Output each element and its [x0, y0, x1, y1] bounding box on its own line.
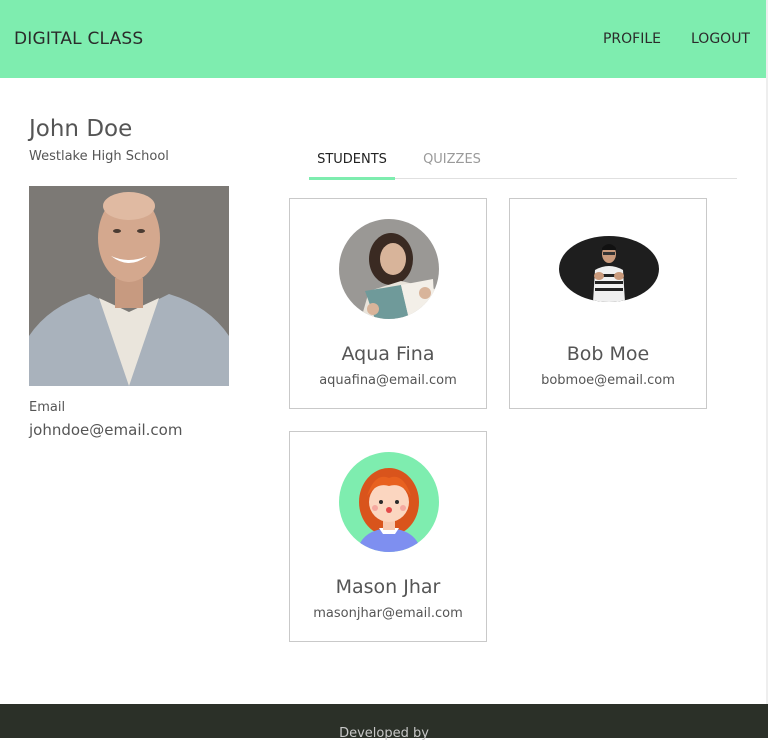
- student-name: Aqua Fina: [341, 343, 435, 365]
- nav-profile-link[interactable]: PROFILE: [603, 31, 661, 47]
- active-tab-indicator: [309, 177, 395, 180]
- boy-dark-photo: [559, 236, 659, 302]
- student-email: aquafina@email.com: [319, 373, 457, 388]
- profile-email: johndoe@email.com: [29, 421, 183, 439]
- profile-photo: [29, 186, 229, 386]
- tab-students[interactable]: STUDENTS: [309, 152, 395, 167]
- top-navbar: DIGITAL CLASS PROFILE LOGOUT: [0, 0, 766, 78]
- student-card[interactable]: Bob Moe bobmoe@email.com: [509, 198, 707, 409]
- profile-name: John Doe: [29, 116, 133, 142]
- email-label: Email: [29, 400, 66, 415]
- student-name: Bob Moe: [566, 343, 650, 365]
- brand-logo[interactable]: DIGITAL CLASS: [14, 29, 143, 49]
- profile-school: Westlake High School: [29, 149, 169, 164]
- student-card[interactable]: Aqua Fina aquafina@email.com: [289, 198, 487, 409]
- student-card[interactable]: Mason Jhar masonjhar@email.com: [289, 431, 487, 642]
- student-email: bobmoe@email.com: [541, 373, 675, 388]
- page-footer: Developed by: [0, 704, 768, 741]
- tab-quizzes[interactable]: QUIZZES: [419, 152, 485, 167]
- student-name: Mason Jhar: [335, 576, 441, 598]
- cartoon-redhead-avatar: [339, 452, 439, 552]
- student-avatar: [339, 452, 439, 552]
- nav-logout-link[interactable]: LOGOUT: [691, 31, 750, 47]
- student-email: masonjhar@email.com: [313, 606, 463, 621]
- student-avatar: [559, 236, 659, 302]
- reading-girl-photo: [339, 219, 439, 319]
- teacher-photo-illustration: [29, 186, 229, 386]
- tab-bar: STUDENTS QUIZZES: [309, 146, 737, 180]
- nav-links: PROFILE LOGOUT: [603, 31, 750, 47]
- footer-credit: Developed by: [339, 726, 429, 741]
- student-avatar: [339, 219, 439, 319]
